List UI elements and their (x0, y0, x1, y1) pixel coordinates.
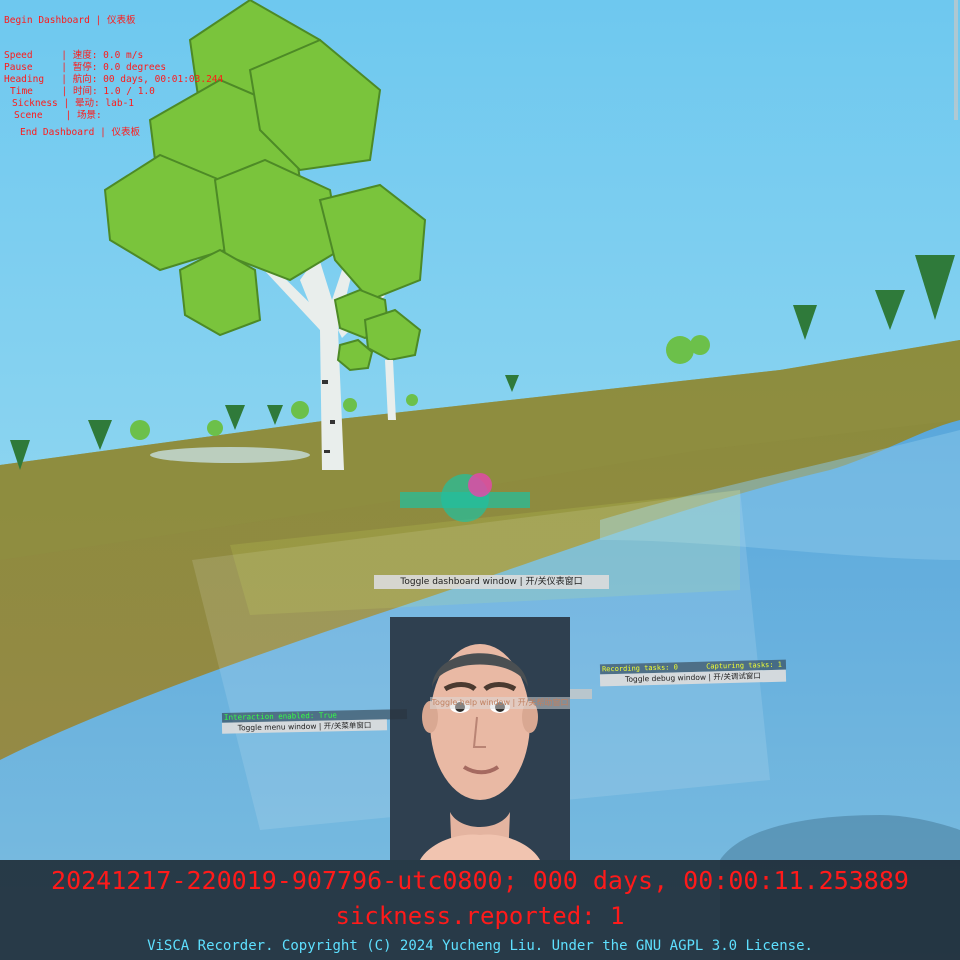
recorder-info-bar: 20241217-220019-907796-utc0800; 000 days… (0, 860, 960, 960)
toggle-help-button[interactable]: Toggle help window | 开/关帮助窗口 (430, 697, 570, 709)
sickness-reported: sickness.reported: 1 (335, 902, 625, 930)
recording-timestamp: 20241217-220019-907796-utc0800; 000 days… (51, 866, 909, 895)
vr-viewport: Begin Dashboard | 仪表板 Speed | 速度: 0.0 m/… (0, 0, 960, 960)
avatar-face (390, 617, 570, 860)
dashboard-header: Begin Dashboard | 仪表板 (4, 15, 136, 26)
toggle-dashboard-button[interactable]: Toggle dashboard window | 开/关仪表窗口 (374, 575, 609, 589)
vr-scene (0, 0, 960, 960)
dashboard-scrollbar[interactable] (954, 0, 958, 120)
copyright-notice: ViSCA Recorder. Copyright (C) 2024 Yuche… (147, 938, 813, 954)
dashboard-footer: End Dashboard | 仪表板 (20, 127, 141, 138)
help-window-edge (570, 689, 592, 699)
dashboard-row-scene: Scene | 场景: (14, 110, 102, 121)
